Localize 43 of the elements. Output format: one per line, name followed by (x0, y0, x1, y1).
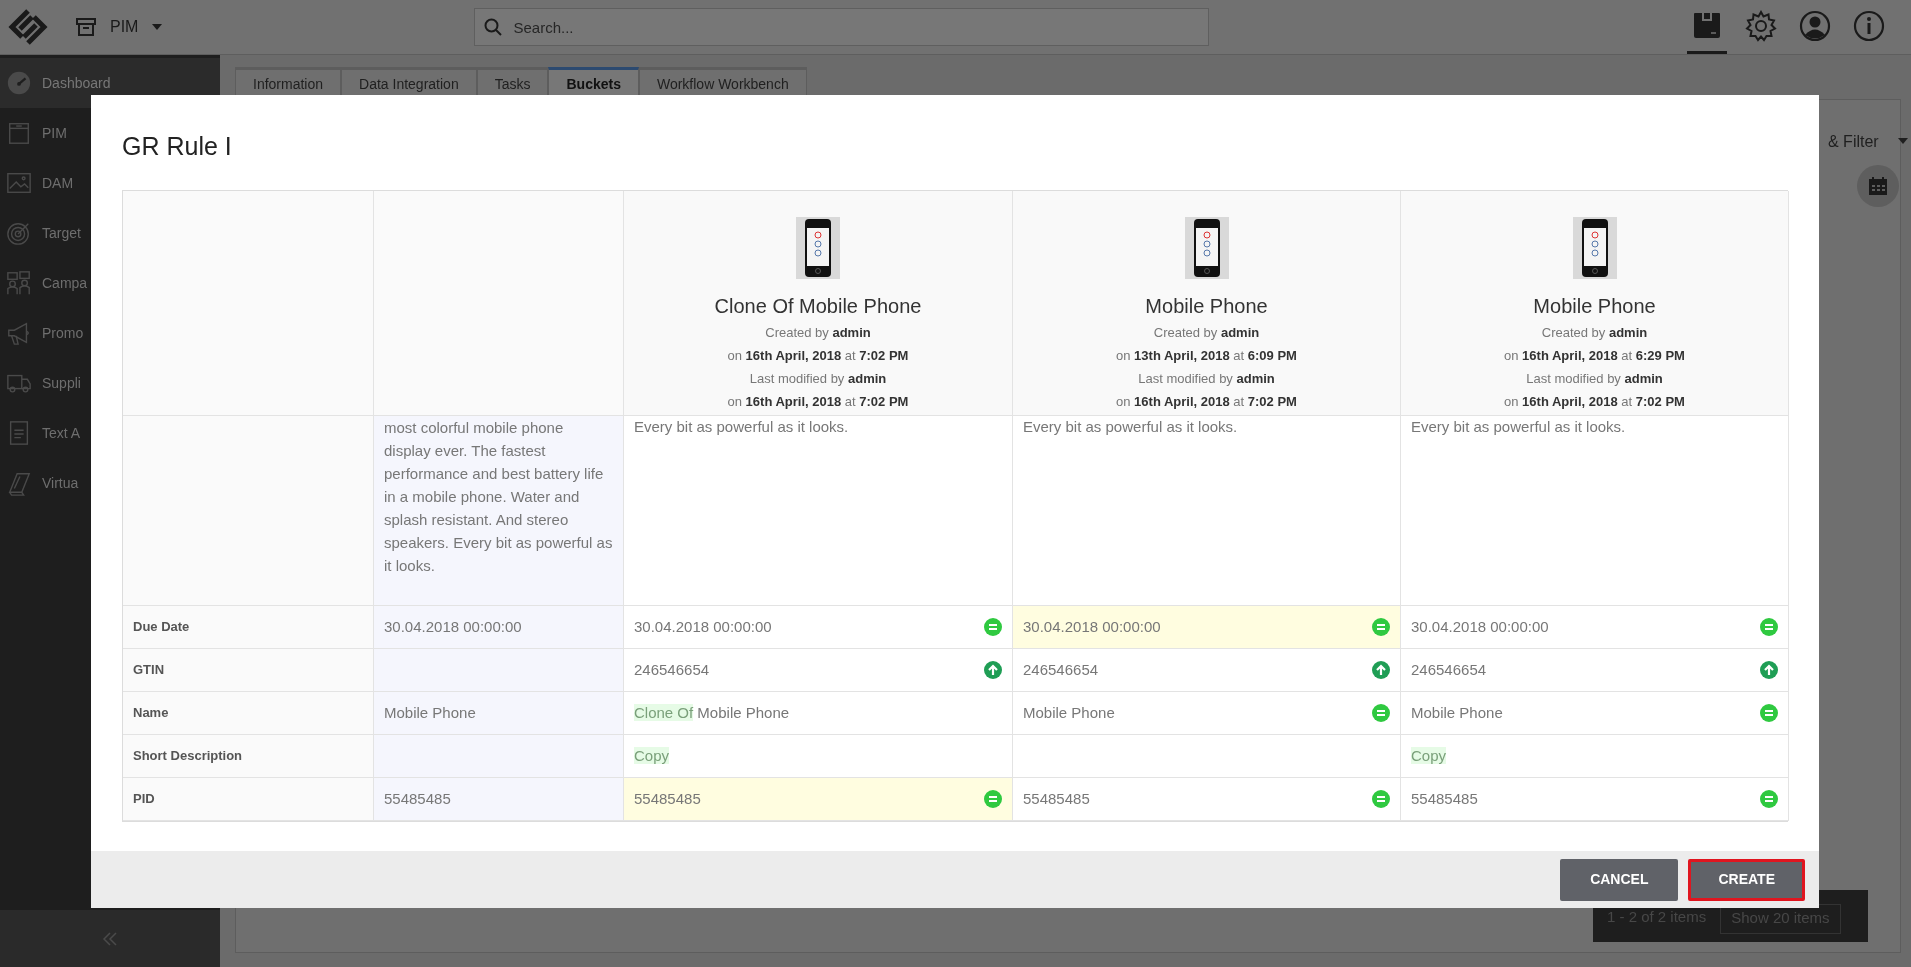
cell-text: 246546654 (634, 659, 711, 680)
table-cell: most colorful mobile phone display ever. The fastest performance and best battery life in a mobile phone. Water and splash resistant. And stereo speakers. Every bit as powerful as it looks. (374, 416, 624, 606)
table-cell: 55485485 (374, 778, 624, 821)
product-meta: Created by admin (1541, 324, 1648, 342)
cell-text: Every bit as powerful as it looks. (634, 417, 850, 437)
product-meta: on 16th April, 2018 at 7:02 PM (1116, 393, 1297, 411)
product-meta: on 16th April, 2018 at 6:29 PM (1504, 347, 1685, 365)
dialog-title: GR Rule I (121, 131, 233, 162)
product-meta: on 16th April, 2018 at 7:02 PM (727, 347, 909, 365)
product-meta: on 13th April, 2018 at 6:09 PM (1116, 347, 1297, 365)
product-meta: Last modified by admin (1526, 370, 1663, 388)
table-cell: 30.04.2018 00:00:00 (374, 606, 624, 649)
cell-text: Copy (1411, 745, 1448, 766)
row-label: Name (123, 692, 374, 735)
cell-text: Mobile Phone (1411, 702, 1504, 723)
product-title: Clone Of Mobile Phone (714, 294, 922, 319)
product-meta: Last modified by admin (749, 370, 887, 388)
cell-text: 30.04.2018 00:00:00 (634, 616, 773, 637)
product-title: Mobile Phone (1145, 294, 1268, 319)
cell-text: 55485485 (634, 788, 702, 809)
row-label: Short Description (123, 735, 374, 778)
cell-text: Mobile Phone (1023, 702, 1116, 723)
filter-label: & Filter (1828, 132, 1879, 152)
table-cell: Mobile Phone (374, 692, 624, 735)
cell-text: Every bit as powerful as it looks. (1411, 417, 1627, 437)
row-label: PID (123, 778, 374, 821)
cell-text: Copy (634, 745, 671, 766)
product-meta: on 16th April, 2018 at 7:02 PM (1504, 393, 1685, 411)
cell-text: 30.04.2018 00:00:00 (1023, 616, 1162, 637)
cell-text: 55485485 (1411, 788, 1479, 809)
product-meta: Last modified by admin (1138, 370, 1275, 388)
cell-text: 30.04.2018 00:00:00 (1411, 616, 1550, 637)
cell-text: Clone Of Mobile Phone (634, 702, 791, 723)
row-label: GTIN (123, 649, 374, 692)
product-meta: on 16th April, 2018 at 7:02 PM (727, 393, 909, 411)
cell-text: 246546654 (1023, 659, 1100, 680)
cell-text: 246546654 (1411, 659, 1488, 680)
cell-text: 55485485 (1023, 788, 1091, 809)
row-label: Due Date (123, 606, 374, 649)
product-meta: Created by admin (765, 324, 871, 342)
product-meta: Created by admin (1153, 324, 1260, 342)
product-title: Mobile Phone (1533, 294, 1656, 319)
cell-text: Every bit as powerful as it looks. (1023, 417, 1239, 437)
